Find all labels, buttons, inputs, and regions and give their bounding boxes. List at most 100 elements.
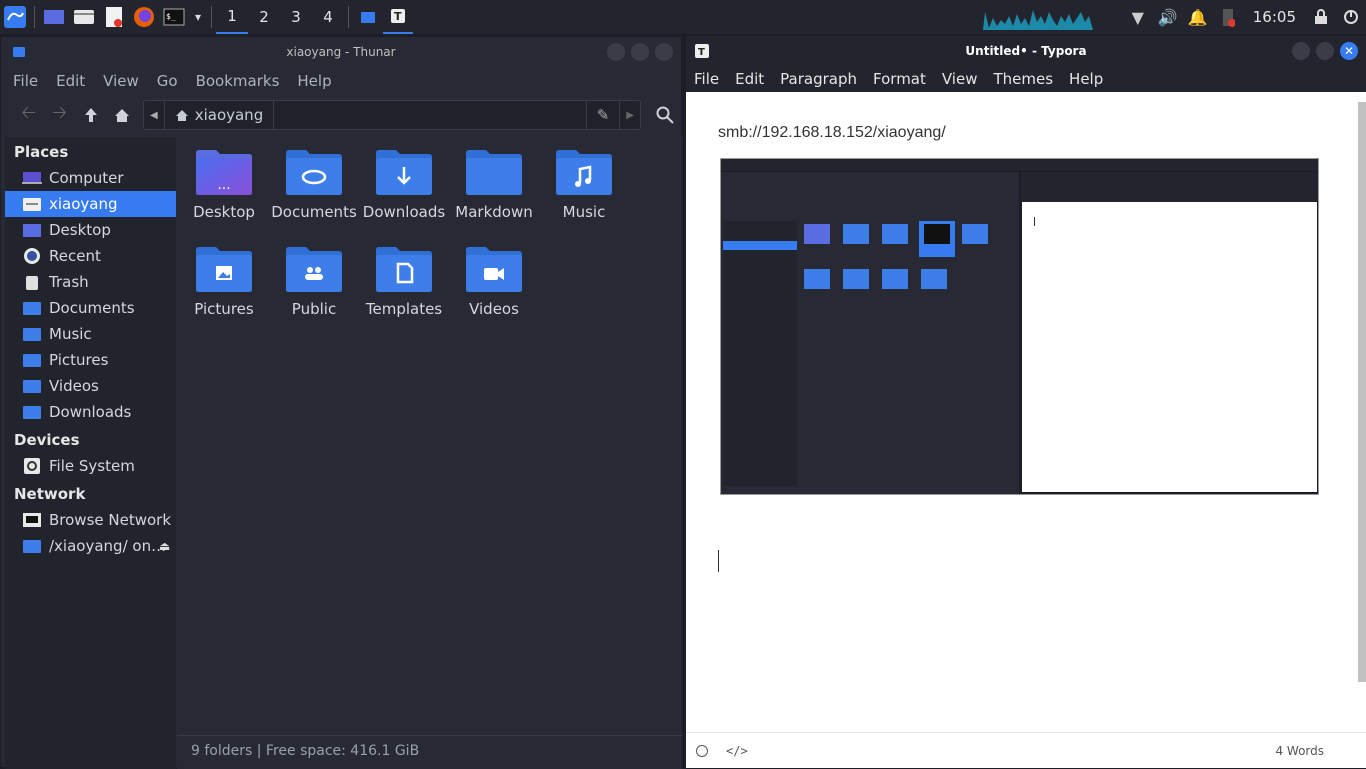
network-header: Network [14, 485, 86, 503]
folder-tile-templates[interactable]: Templates [359, 244, 449, 341]
kali-menu-icon[interactable] [0, 0, 30, 34]
sidebar-item-documents[interactable]: Documents [5, 295, 176, 321]
public-folder-icon [286, 247, 342, 292]
window-title: xiaoyang - Thunar [286, 45, 396, 59]
outline-toggle-icon[interactable] [696, 744, 708, 757]
folder-tile-desktop[interactable]: ... Desktop [179, 147, 269, 244]
path-right-arrow[interactable]: ▶ [619, 101, 640, 129]
workspace-2[interactable]: 2 [248, 0, 280, 34]
embedded-screenshot[interactable] [720, 158, 1319, 495]
folder-label: Videos [469, 300, 519, 318]
workspace-1[interactable]: 1 [216, 0, 248, 34]
show-desktop-icon[interactable] [39, 0, 69, 34]
sidebar: Places Computer xiaoyang Desktop Recent … [5, 137, 176, 769]
minimize-button[interactable] [607, 43, 625, 61]
notifications-icon[interactable]: 🔔 [1183, 0, 1213, 34]
typora-app-icon: T [695, 44, 709, 58]
remote-folder-icon [21, 538, 43, 554]
sidebar-item-music[interactable]: Music [5, 321, 176, 347]
recent-icon [21, 248, 43, 264]
typora-titlebar[interactable]: T Untitled• - Typora ✕ [686, 36, 1366, 66]
terminal-icon[interactable]: $_ [159, 0, 189, 34]
menu-format[interactable]: Format [873, 70, 926, 88]
window-title: Untitled• - Typora [965, 44, 1087, 58]
eject-icon[interactable]: ⏏ [159, 539, 170, 553]
lock-icon[interactable] [1306, 0, 1336, 34]
sidebar-item-trash[interactable]: Trash [5, 269, 176, 295]
svg-text:T: T [698, 47, 705, 58]
sidebar-item-pictures[interactable]: Pictures [5, 347, 176, 373]
menu-go[interactable]: Go [157, 72, 178, 90]
up-icon[interactable] [75, 100, 106, 130]
close-button[interactable] [655, 43, 673, 61]
thunar-titlebar[interactable]: xiaoyang - Thunar [1, 37, 681, 67]
edit-location-icon[interactable]: ✎ [585, 101, 620, 129]
menu-paragraph[interactable]: Paragraph [780, 70, 857, 88]
sidebar-item-desktop[interactable]: Desktop [5, 217, 176, 243]
folder-tile-markdown[interactable]: Markdown [449, 147, 539, 244]
file-manager-icon[interactable] [69, 0, 99, 34]
typora-task-icon[interactable]: T [383, 0, 413, 34]
folder-tile-videos[interactable]: Videos [449, 244, 539, 341]
menu-view[interactable]: View [103, 72, 139, 90]
folder-tile-public[interactable]: Public [269, 244, 359, 341]
path-segment-home[interactable]: xiaoyang [165, 101, 275, 129]
menu-file[interactable]: File [694, 70, 719, 88]
folder-label: Downloads [362, 203, 446, 221]
word-count[interactable]: 4 Words [1275, 744, 1324, 758]
maximize-button[interactable] [1316, 42, 1334, 60]
menu-bookmarks[interactable]: Bookmarks [196, 72, 280, 90]
document-text[interactable]: smb://192.168.18.152/xiaoyang/ [718, 124, 946, 142]
pictures-folder-icon [21, 352, 43, 368]
menu-edit[interactable]: Edit [56, 72, 85, 90]
folder-tile-music[interactable]: Music [539, 147, 629, 244]
folder-tile-downloads[interactable]: Downloads [359, 147, 449, 244]
sidebar-item-filesystem[interactable]: File System [5, 453, 176, 479]
home-icon [175, 109, 188, 121]
power-manager-icon[interactable] [1213, 0, 1243, 34]
sidebar-item-downloads[interactable]: Downloads [5, 399, 176, 425]
sidebar-item-recent[interactable]: Recent [5, 243, 176, 269]
forward-icon[interactable]: 🡢 [44, 100, 75, 130]
home-icon[interactable] [106, 100, 137, 130]
volume-icon[interactable]: 🔊 [1153, 0, 1183, 34]
sidebar-item-xiaoyang[interactable]: xiaoyang [5, 191, 176, 217]
editor-area[interactable]: smb://192.168.18.152/xiaoyang/ [686, 92, 1366, 732]
sidebar-item-videos[interactable]: Videos [5, 373, 176, 399]
clock[interactable]: 16:05 [1253, 8, 1296, 26]
desktop-folder-icon: ... [196, 150, 252, 195]
minimize-button[interactable] [1292, 42, 1310, 60]
chevron-down-icon[interactable]: ▾ [189, 0, 207, 34]
documents-folder-icon [286, 150, 342, 195]
menu-help[interactable]: Help [1069, 70, 1103, 88]
folder-tile-pictures[interactable]: Pictures [179, 244, 269, 341]
close-button[interactable]: ✕ [1340, 42, 1358, 60]
network-icon [21, 512, 43, 528]
svg-text:T: T [394, 10, 402, 23]
menu-edit[interactable]: Edit [735, 70, 764, 88]
sidebar-item-computer[interactable]: Computer [5, 165, 176, 191]
path-left-arrow[interactable]: ◀ [144, 101, 165, 129]
back-icon[interactable]: 🡠 [13, 100, 44, 130]
menu-help[interactable]: Help [297, 72, 331, 90]
firefox-icon[interactable] [129, 0, 159, 34]
menu-view[interactable]: View [942, 70, 978, 88]
music-folder-icon [556, 150, 612, 195]
menu-file[interactable]: File [13, 72, 38, 90]
thunar-task-icon[interactable] [353, 0, 383, 34]
typora-statusbar: </> 4 Words [686, 732, 1366, 768]
maximize-button[interactable] [631, 43, 649, 61]
devices-header: Devices [14, 431, 80, 449]
folder-tile-documents[interactable]: Documents [269, 147, 359, 244]
sidebar-item-browse-network[interactable]: Browse Network [5, 507, 176, 533]
workspace-4[interactable]: 4 [312, 0, 344, 34]
text-editor-icon[interactable] [99, 0, 129, 34]
workspace-3[interactable]: 3 [280, 0, 312, 34]
search-icon[interactable] [649, 100, 680, 130]
scrollbar[interactable] [1358, 102, 1366, 682]
logout-icon[interactable] [1336, 0, 1366, 34]
menu-themes[interactable]: Themes [993, 70, 1053, 88]
source-code-toggle-icon[interactable]: </> [726, 744, 748, 758]
wifi-icon[interactable]: ▼ [1123, 0, 1153, 34]
sidebar-item-network-share[interactable]: /xiaoyang/ on… ⏏ [5, 533, 176, 559]
